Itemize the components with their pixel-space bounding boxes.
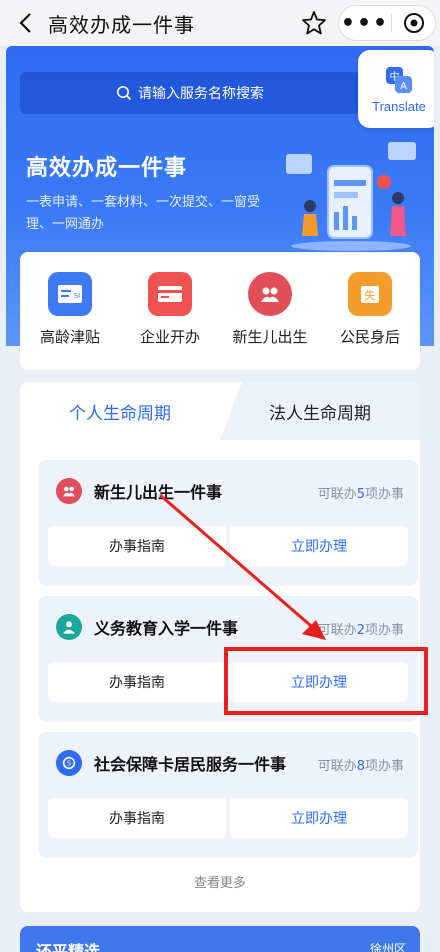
quick-services: SI 高龄津贴 企业开办 新生儿出生 失 公民身后	[20, 252, 420, 370]
star-icon	[302, 11, 326, 35]
svg-text:S: S	[67, 760, 71, 768]
social-security-icon: S	[56, 750, 82, 776]
svg-text:失: 失	[365, 289, 376, 302]
search-input[interactable]: 请输入服务名称搜索	[20, 72, 360, 114]
newborn-icon	[56, 478, 82, 504]
translate-button[interactable]: 中 A Translate	[358, 50, 434, 128]
guide-button[interactable]: 办事指南	[48, 798, 226, 838]
chevron-left-icon	[19, 13, 31, 33]
search-placeholder: 请输入服务名称搜索	[138, 86, 264, 102]
bottom-banner-location: 徐州区	[369, 942, 406, 952]
lifecycle-tabs: 法人生命周期 个人生命周期	[20, 382, 420, 440]
allowance-card-icon: SI	[48, 272, 92, 316]
quick-item-business[interactable]: 企业开办	[125, 272, 215, 347]
page-title: 高效办成一件事	[48, 13, 195, 37]
mini-program-capsule: •••	[338, 5, 436, 41]
quick-item-label: 高龄津贴	[39, 328, 100, 346]
hero-title: 高效办成一件事	[26, 156, 188, 181]
service-count: 可联办8项办事	[317, 759, 404, 774]
back-button[interactable]	[12, 10, 38, 36]
newborn-icon	[248, 272, 292, 316]
quick-item-label: 公民身后	[339, 328, 400, 346]
svg-text:SI: SI	[74, 292, 81, 300]
target-close-icon	[403, 13, 424, 33]
business-card-icon	[148, 272, 192, 316]
quick-item-allowance[interactable]: SI 高龄津贴	[25, 272, 115, 347]
quick-item-label: 新生儿出生	[232, 328, 308, 346]
service-card-social-security: S 社会保障卡居民服务一件事 可联办8项办事 办事指南 立即办理	[38, 732, 418, 858]
apply-now-button[interactable]: 立即办理	[230, 798, 408, 838]
apply-now-button[interactable]: 立即办理	[230, 662, 408, 702]
search-icon	[117, 86, 132, 101]
student-icon	[56, 614, 82, 640]
hero-illustration-icon	[286, 142, 416, 251]
service-count: 可联办2项办事	[317, 623, 404, 638]
quick-item-newborn[interactable]: 新生儿出生	[225, 272, 315, 347]
quick-item-citizen[interactable]: 失 公民身后	[325, 272, 415, 347]
service-title: 义务教育入学一件事	[94, 619, 239, 638]
service-title: 社会保障卡居民服务一件事	[94, 755, 287, 774]
bottom-banner[interactable]: 还平精选 徐州区	[20, 926, 420, 952]
service-count: 可联办5项办事	[317, 487, 404, 502]
view-more-link[interactable]: 查看更多	[20, 872, 420, 891]
service-title: 新生儿出生一件事	[94, 483, 223, 502]
translate-label: Translate	[372, 98, 426, 114]
tab-personal-lifecycle[interactable]: 个人生命周期	[20, 382, 242, 440]
citizen-afterlife-icon: 失	[348, 272, 392, 316]
translate-icon: 中 A	[386, 66, 412, 93]
svg-text:A: A	[400, 81, 407, 92]
hero-subtitle: 一表申请、一套材料、一次提交、一窗受理、一网通办	[26, 195, 261, 232]
quick-item-label: 企业开办	[139, 328, 200, 346]
favorite-button[interactable]	[300, 9, 328, 37]
service-card-education: 义务教育入学一件事 可联办2项办事 办事指南 立即办理	[38, 596, 418, 722]
guide-button[interactable]: 办事指南	[48, 662, 226, 702]
tab-legal-lifecycle[interactable]: 法人生命周期	[220, 382, 420, 440]
guide-button[interactable]: 办事指南	[48, 526, 226, 566]
close-mini-program-button[interactable]	[392, 6, 435, 40]
more-menu-button[interactable]: •••	[339, 6, 391, 40]
service-card-newborn: 新生儿出生一件事 可联办5项办事 办事指南 立即办理	[38, 460, 418, 586]
top-nav-bar: 高效办成一件事 •••	[0, 0, 440, 46]
lifecycle-section: 法人生命周期 个人生命周期 新生儿出生一件事 可联办5项办事 办事指南 立即办理…	[20, 382, 420, 912]
apply-now-button[interactable]: 立即办理	[230, 526, 408, 566]
bottom-banner-title: 还平精选	[36, 942, 101, 952]
